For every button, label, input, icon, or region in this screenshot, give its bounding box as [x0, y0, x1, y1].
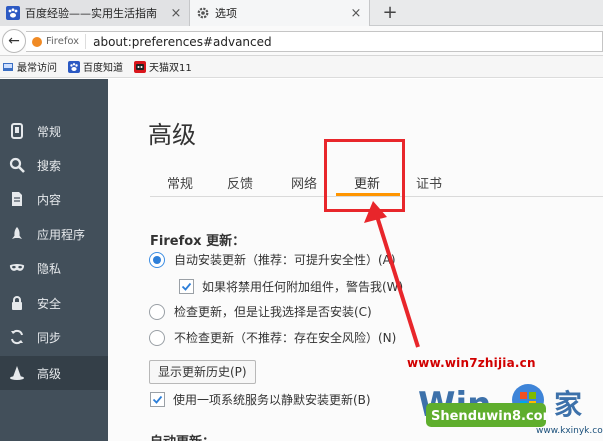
sidebar-item-label: 高级: [37, 366, 62, 381]
tab-options[interactable]: 选项 ×: [190, 0, 370, 26]
url-bar[interactable]: Firefox about:preferences#advanced: [26, 31, 603, 52]
bookmark-most-visited[interactable]: 最常访问: [0, 59, 57, 74]
general-icon: [9, 123, 25, 139]
close-tab-icon[interactable]: ×: [169, 6, 183, 21]
sidebar-item-label: 常规: [37, 124, 62, 139]
tab-feedback[interactable]: 反馈: [227, 173, 253, 192]
new-tab-button[interactable]: +: [378, 1, 402, 25]
sidebar-item-privacy[interactable]: 隐私: [0, 251, 108, 285]
url-text[interactable]: about:preferences#advanced: [86, 35, 272, 49]
update-section-title: Firefox 更新：: [150, 234, 246, 249]
show-update-history-button[interactable]: 显示更新历史(P): [149, 360, 256, 384]
tab-strip: 百度经验——实用生活指南 × 选项 × +: [0, 0, 603, 26]
bookmark-label: 天猫双11: [149, 63, 192, 74]
option-auto-install[interactable]: 自动安装更新（推荐：可提升安全性）(A): [149, 251, 396, 268]
preferences-sidebar: 常规 搜索 内容 应用程序 隐私 安全 同步 高级: [0, 79, 108, 441]
wizard-hat-icon: [9, 365, 25, 381]
rocket-icon: [9, 226, 25, 242]
watermark-site: www.win7zhijia.cn: [407, 356, 536, 370]
annotation-arrow: [364, 201, 420, 348]
gear-icon: [196, 6, 210, 20]
bookmark-baidu-zhidao[interactable]: 百度知道: [66, 59, 123, 74]
sidebar-item-label: 应用程序: [37, 227, 86, 242]
close-tab-icon[interactable]: ×: [349, 6, 363, 21]
sidebar-item-label: 内容: [37, 192, 62, 207]
document-icon: [9, 191, 25, 207]
sidebar-item-label: 隐私: [37, 261, 62, 276]
sidebar-item-security[interactable]: 安全: [0, 286, 108, 320]
sidebar-item-label: 安全: [37, 296, 62, 311]
lock-icon: [9, 295, 25, 311]
tab-general[interactable]: 常规: [167, 173, 193, 192]
firefox-icon: [32, 36, 42, 47]
watermark-small: www.kxinyk.com: [536, 426, 603, 436]
back-button[interactable]: ←: [2, 29, 26, 53]
mask-icon: [9, 260, 25, 276]
watermark-logo-text: Shenduwin8.com: [431, 409, 556, 424]
radio-check-only[interactable]: [149, 303, 165, 320]
auto-update-section-title: 自动更新：: [150, 431, 215, 441]
sidebar-item-applications[interactable]: 应用程序: [0, 217, 108, 251]
checkmark-icon: [181, 282, 192, 291]
tmall-icon: [134, 60, 146, 73]
bookmark-folder-icon: [2, 61, 14, 73]
checkbox-background-service[interactable]: [150, 392, 165, 407]
bookmark-label: 百度知道: [83, 63, 123, 74]
page-title: 高级: [148, 121, 196, 149]
radio-auto-install[interactable]: [149, 251, 165, 268]
svg-text:家: 家: [554, 388, 582, 421]
tab-network[interactable]: 网络: [291, 173, 317, 192]
tab-label: 选项: [215, 7, 237, 20]
baidu-paw-icon: [68, 60, 80, 73]
sidebar-item-general[interactable]: 常规: [0, 114, 108, 148]
tab-certificates[interactable]: 证书: [416, 173, 442, 192]
option-label: 检查更新，但是让我选择是否安装(C): [174, 305, 372, 319]
sidebar-item-label: 同步: [37, 330, 62, 345]
search-icon: [9, 157, 25, 173]
option-check-only[interactable]: 检查更新，但是让我选择是否安装(C): [149, 303, 372, 320]
sidebar-item-sync[interactable]: 同步: [0, 320, 108, 354]
option-background-service[interactable]: 使用一项系统服务以静默安装更新(B): [150, 391, 371, 408]
checkbox-warn-addons[interactable]: [179, 279, 194, 294]
sidebar-item-content[interactable]: 内容: [0, 182, 108, 216]
sync-icon: [9, 329, 25, 345]
bookmarks-toolbar: 最常访问 百度知道 天猫双11: [0, 56, 603, 78]
navigation-bar: ← Firefox about:preferences#advanced: [0, 26, 603, 56]
tab-baidu-jingyan[interactable]: 百度经验——实用生活指南 ×: [0, 0, 190, 26]
sidebar-item-label: 搜索: [37, 158, 62, 173]
identity-label: Firefox: [46, 36, 80, 47]
option-label: 使用一项系统服务以静默安装更新(B): [173, 393, 371, 407]
checkmark-icon: [152, 395, 163, 404]
sidebar-item-search[interactable]: 搜索: [0, 148, 108, 182]
tab-label: 百度经验——实用生活指南: [25, 7, 157, 20]
site-identity[interactable]: Firefox: [26, 34, 87, 49]
baidu-paw-icon: [6, 6, 20, 20]
bookmark-label: 最常访问: [17, 63, 57, 74]
sidebar-item-advanced[interactable]: 高级: [0, 356, 108, 390]
bookmark-tmall[interactable]: 天猫双11: [132, 59, 192, 74]
radio-never-check[interactable]: [149, 329, 165, 346]
